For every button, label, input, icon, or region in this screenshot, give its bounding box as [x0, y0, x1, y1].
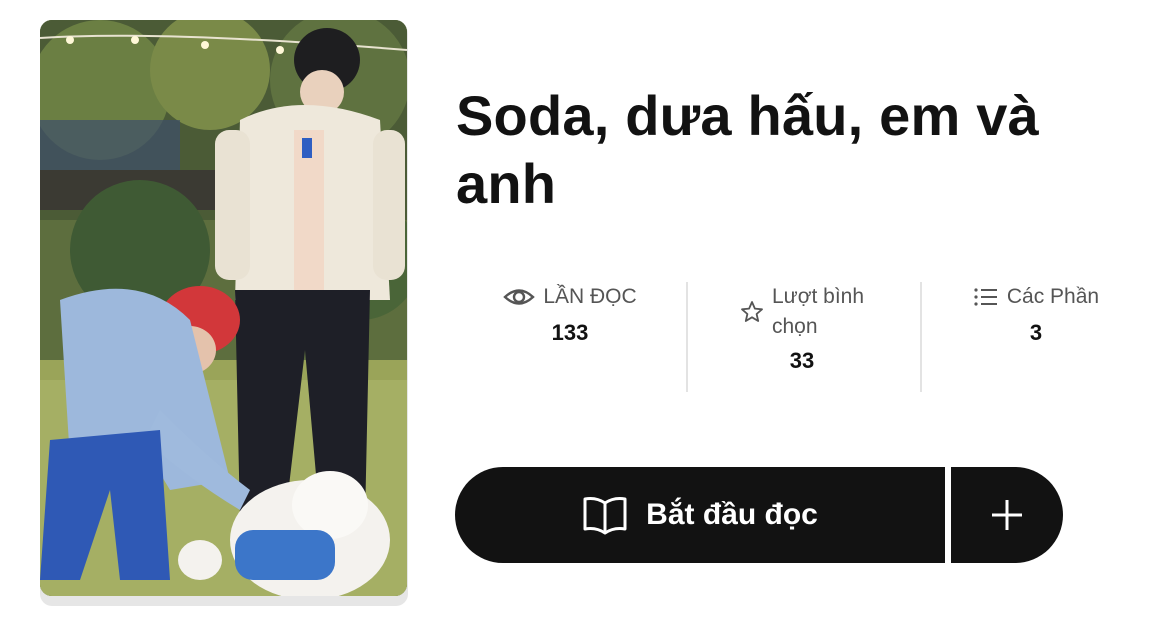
stat-parts-value: 3	[1029, 320, 1043, 345]
stat-votes-label: Lượt bình chọn	[772, 282, 864, 342]
plus-icon	[990, 498, 1024, 532]
add-to-library-button[interactable]	[951, 467, 1063, 563]
stat-reads: LẦN ĐỌC 133	[484, 282, 656, 392]
stat-reads-label: LẦN ĐỌC	[543, 285, 637, 308]
story-cover-image[interactable]	[40, 20, 407, 596]
stat-parts-label: Các Phần	[1006, 285, 1100, 308]
stat-divider	[686, 282, 688, 392]
stat-divider	[920, 282, 922, 392]
list-icon	[973, 286, 999, 308]
stat-parts: Các Phần 3	[956, 282, 1116, 392]
story-title: Soda, dưa hấu, em và anh	[456, 84, 1039, 215]
book-open-icon	[582, 495, 628, 535]
stat-votes-label-line2: chọn	[771, 315, 818, 338]
stat-reads-label-row: LẦN ĐỌC	[503, 282, 637, 312]
start-reading-button[interactable]: Bắt đầu đọc	[455, 467, 945, 563]
star-icon	[740, 300, 764, 324]
eye-icon	[503, 284, 536, 310]
story-stats: LẦN ĐỌC 133 Lượt bình chọn 33 Các Phần 3	[456, 282, 1156, 392]
stat-votes-label-line1: Lượt bình	[771, 285, 865, 308]
stat-votes-value: 33	[789, 348, 815, 373]
stat-parts-label-row: Các Phần	[973, 282, 1099, 312]
stat-votes-label-row: Lượt bình chọn	[740, 282, 864, 342]
stat-reads-value: 133	[551, 320, 589, 345]
start-reading-label: Bắt đầu đọc	[646, 498, 818, 531]
stat-votes: Lượt bình chọn 33	[712, 282, 892, 392]
